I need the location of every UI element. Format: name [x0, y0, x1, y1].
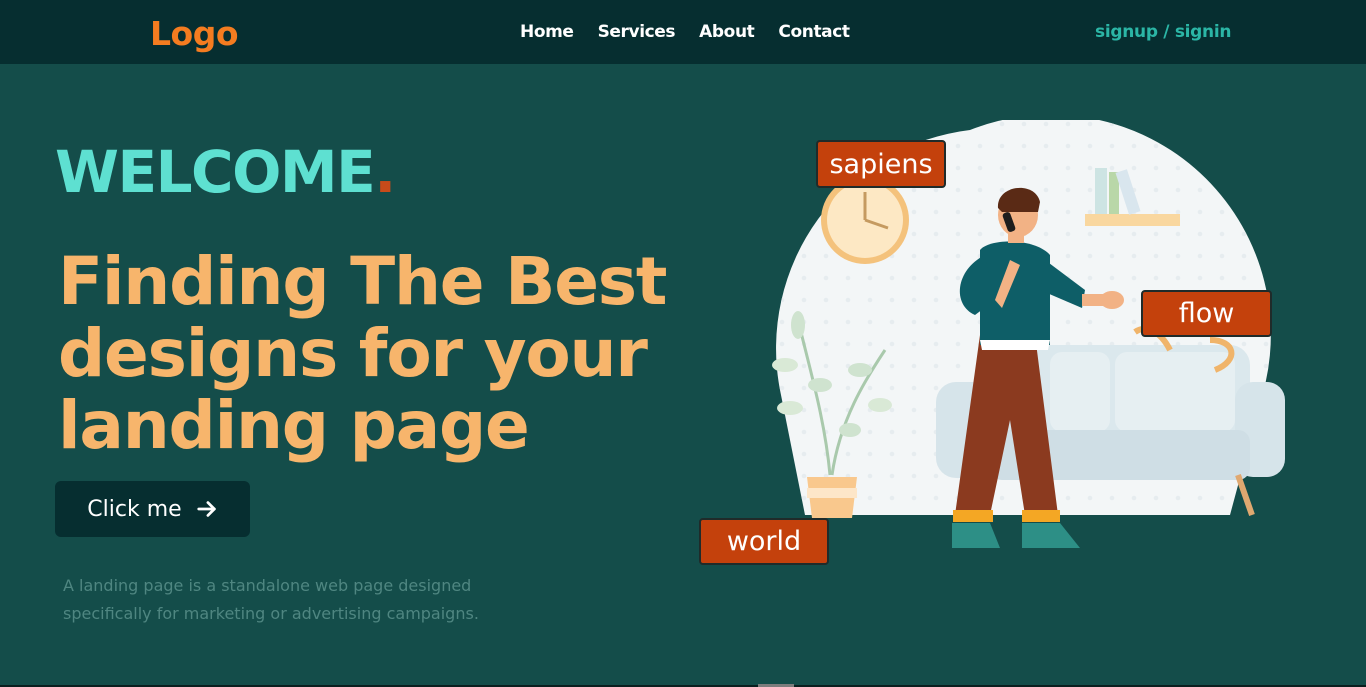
logo[interactable]: Logo	[150, 14, 239, 53]
headline-line-1: Finding The Best	[58, 243, 667, 320]
welcome-heading: WELCOME.	[55, 138, 396, 206]
nav-links: Home Services About Contact	[520, 22, 850, 42]
nav-link-home[interactable]: Home	[520, 22, 574, 42]
tag-flow: flow	[1141, 290, 1272, 337]
arrow-right-icon	[197, 501, 216, 517]
tag-sapiens: sapiens	[816, 140, 946, 188]
nav-link-contact[interactable]: Contact	[778, 22, 850, 42]
illustration-scene	[772, 114, 1285, 548]
hero-illustration: sapiens flow world	[690, 114, 1310, 580]
headline-line-3: landing page	[58, 387, 530, 464]
clock-icon	[821, 176, 909, 264]
nav-link-services[interactable]: Services	[598, 22, 676, 42]
headline-line-2: designs for your	[58, 315, 648, 392]
welcome-dot: .	[374, 138, 396, 206]
welcome-text: WELCOME	[55, 138, 376, 206]
hero-description: A landing page is a standalone web page …	[63, 576, 479, 623]
nav-link-about[interactable]: About	[699, 22, 755, 42]
signup-signin-link[interactable]: signup / signin	[1095, 22, 1231, 42]
navbar: Logo Home Services About Contact signup …	[0, 0, 1366, 64]
click-me-label: Click me	[87, 496, 182, 522]
hero-headline: Finding The Best designs for your landin…	[58, 246, 698, 462]
click-me-button[interactable]: Click me	[55, 481, 250, 537]
tag-world: world	[699, 518, 829, 565]
